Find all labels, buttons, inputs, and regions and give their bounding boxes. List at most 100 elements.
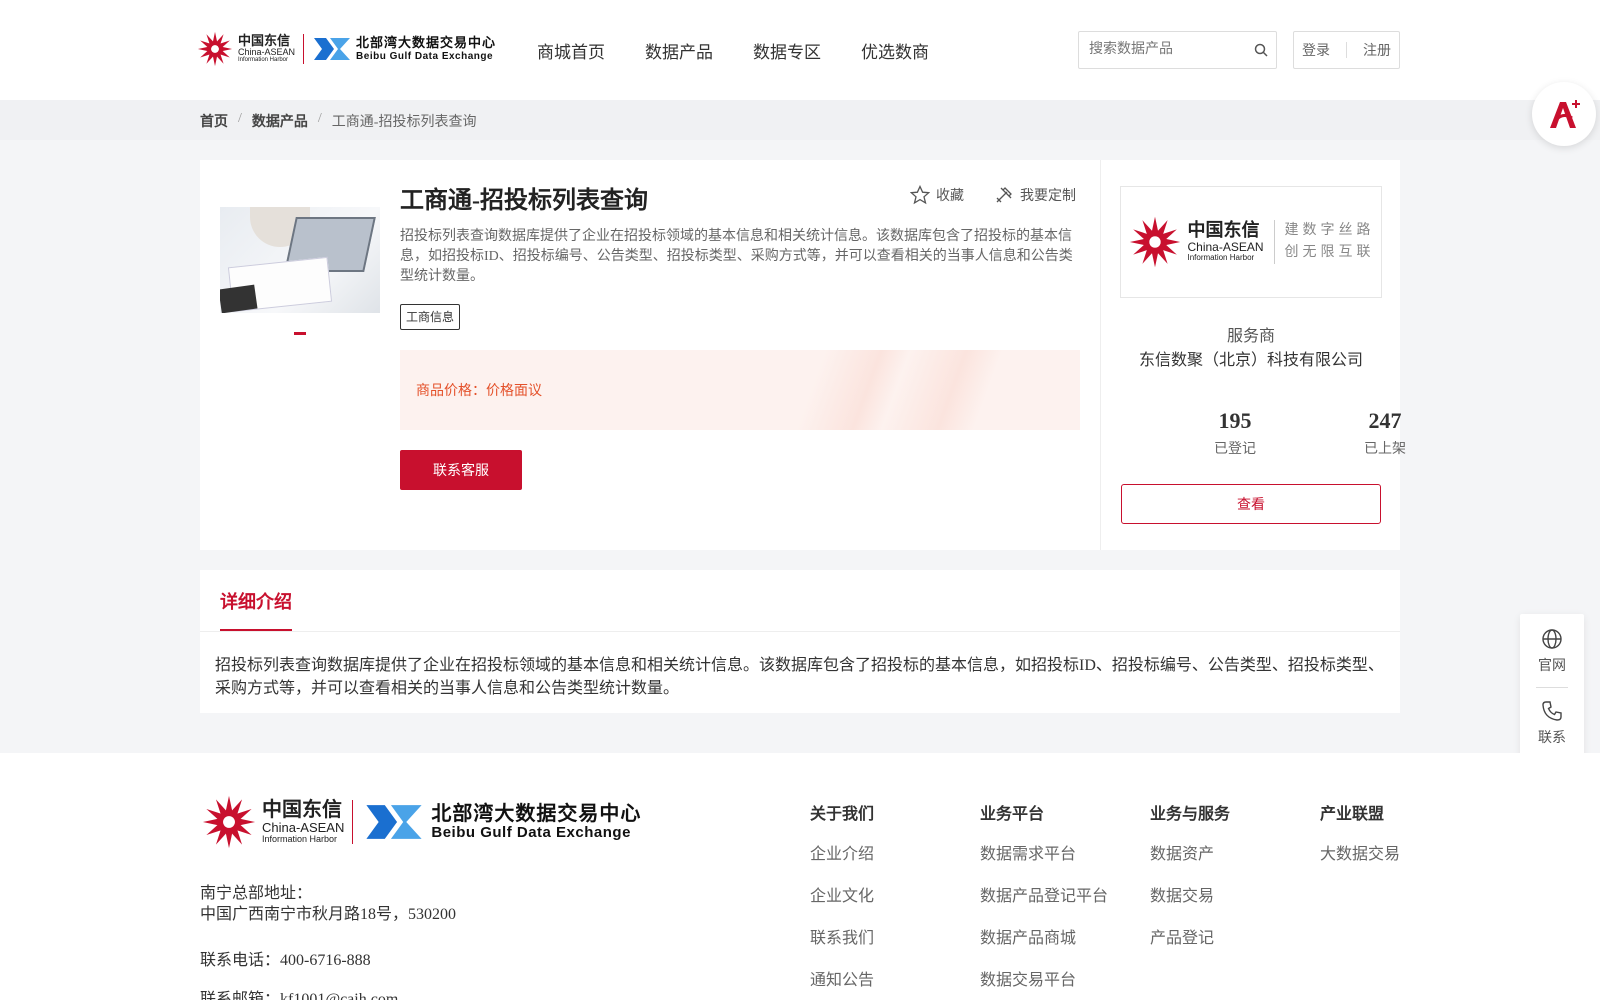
search-box [1078, 31, 1277, 69]
nav-preferred-vendors[interactable]: 优选数商 [861, 38, 929, 63]
footer-logo: 中国东信 China-ASEAN Information Harbor 北部湾大… [200, 793, 641, 851]
provider-logo-cn: 中国东信 [1187, 220, 1260, 241]
breadcrumb-home[interactable]: 首页 [200, 111, 228, 131]
footer-col-platform: 业务平台 数据需求平台 数据产品登记平台 数据产品商城 数据交易平台 [980, 800, 1108, 1000]
logo-cn-name: 中国东信 [238, 33, 291, 49]
beibu-gulf-logo: 北部湾大数据交易中心 Beibu Gulf Data Exchange [312, 34, 496, 64]
product-tag[interactable]: 工商信息 [400, 304, 461, 330]
beibu-gulf-emblem-icon [314, 38, 351, 60]
site-logo[interactable]: 中国东信 China-ASEAN Information Harbor 北部湾大… [196, 28, 496, 70]
tab-underline [200, 631, 1400, 632]
footer-logo-cn: 中国东信 [262, 798, 342, 821]
website-link[interactable]: 官网 [1520, 628, 1584, 675]
tab-detail-intro[interactable]: 详细介绍 [220, 570, 292, 631]
provider-logo[interactable]: 中国东信 China-ASEAN Information Harbor 建数字丝… [1120, 186, 1382, 298]
footer-link[interactable]: 数据交易平台 [980, 966, 1108, 990]
carousel-indicator[interactable] [294, 332, 306, 335]
listed-label: 已上架 [1364, 442, 1406, 457]
search-input[interactable] [1079, 32, 1246, 68]
footer-phone: 联系电话：400-6716-888 [200, 952, 371, 969]
site-footer: 中国东信 China-ASEAN Information Harbor 北部湾大… [0, 753, 1600, 1000]
logo-divider [303, 34, 305, 64]
footer-link[interactable]: 数据产品商城 [980, 924, 1108, 948]
listed-stat: 247 已上架 [1325, 408, 1445, 458]
footer-logo-divider [352, 800, 354, 844]
footer-col-services: 业务与服务 数据资产 数据交易 产品登记 [1150, 800, 1230, 966]
footer-link[interactable]: 大数据交易 [1320, 840, 1400, 864]
product-title: 工商通-招投标列表查询 [400, 188, 648, 214]
slogan-line-2: 创无限互联 [1284, 245, 1375, 260]
favorite-button[interactable]: 收藏 [910, 185, 964, 205]
footer-link[interactable]: 数据产品登记平台 [980, 882, 1108, 906]
footer-link[interactable]: 联系我们 [810, 924, 874, 948]
china-asean-logo: 中国东信 China-ASEAN Information Harbor [196, 30, 295, 68]
footer-col-about: 关于我们 企业介绍 企业文化 联系我们 通知公告 [810, 800, 874, 1000]
contact-label: 联系 [1538, 731, 1566, 746]
website-label: 官网 [1538, 659, 1566, 674]
footer-col-title: 业务与服务 [1150, 806, 1231, 823]
provider-slogan: 建数字丝路 创无限互联 [1285, 220, 1375, 264]
address-value: 中国广西南宁市秋月路18号，530200 [200, 906, 457, 923]
logo-exchange-cn: 北部湾大数据交易中心 [356, 35, 497, 51]
registered-stat: 195 已登记 [1175, 408, 1295, 458]
footer-logo-en: China-ASEAN [262, 819, 345, 835]
price-box: 商品价格：价格面议 [400, 350, 1080, 430]
breadcrumb-separator: / [317, 111, 322, 126]
card-divider [1100, 160, 1101, 550]
view-provider-button[interactable]: 查看 [1121, 484, 1381, 524]
auth-box: 登录 注册 [1293, 31, 1400, 69]
detail-text: 招投标列表查询数据库提供了企业在招投标领域的基本信息和相关统计信息。该数据库包含… [215, 657, 1384, 697]
footer-exchange-cn: 北部湾大数据交易中心 [431, 802, 642, 825]
register-button[interactable]: 注册 [1363, 40, 1391, 60]
address-label: 南宁总部地址： [200, 885, 313, 902]
logo-exchange-en: Beibu Gulf Data Exchange [356, 50, 494, 62]
logo-cn-sub: Information Harbor [238, 57, 289, 64]
footer-col-alliance: 产业联盟 大数据交易 [1320, 800, 1400, 882]
footer-link[interactable]: 企业文化 [810, 882, 874, 906]
nav-mall-home[interactable]: 商城首页 [537, 38, 605, 63]
footer-col-title: 业务平台 [980, 806, 1045, 823]
provider-label: 服务商 [1226, 328, 1275, 345]
globe-icon [1542, 629, 1562, 649]
footer-beibu-emblem-icon [366, 805, 422, 839]
product-actions: 收藏 我要定制 [910, 185, 1106, 205]
product-image[interactable] [220, 207, 380, 313]
provider-name[interactable]: 东信数聚（北京）科技有限公司 [1120, 346, 1382, 370]
breadcrumb-current: 工商通-招投标列表查询 [331, 115, 477, 130]
contact-service-button[interactable]: 联系客服 [400, 450, 522, 490]
nav-data-zone[interactable]: 数据专区 [753, 38, 821, 63]
footer-exchange-en: Beibu Gulf Data Exchange [431, 823, 631, 841]
footer-link[interactable]: 数据需求平台 [980, 840, 1108, 864]
search-icon[interactable] [1246, 43, 1276, 57]
footer-link[interactable]: 通知公告 [810, 966, 874, 990]
assistant-logo-icon [1550, 100, 1580, 128]
slogan-line-1: 建数字丝路 [1284, 223, 1375, 238]
login-button[interactable]: 登录 [1302, 40, 1330, 60]
breadcrumb-category[interactable]: 数据产品 [252, 111, 308, 131]
floating-assistant-button[interactable] [1532, 82, 1596, 146]
footer-link[interactable]: 数据资产 [1150, 840, 1230, 864]
favorite-label: 收藏 [936, 189, 964, 204]
site-header: 中国东信 China-ASEAN Information Harbor 北部湾大… [0, 0, 1600, 100]
footer-link[interactable]: 企业介绍 [810, 840, 874, 864]
side-float-panel: 官网 联系 [1520, 614, 1584, 760]
provider-logo-sub: Information Harbor [1187, 253, 1255, 263]
provider-logo-divider [1273, 220, 1275, 264]
logo-cn-en: China-ASEAN [238, 46, 296, 57]
registered-label: 已登记 [1214, 442, 1256, 457]
auth-divider [1346, 42, 1347, 58]
nav-data-products[interactable]: 数据产品 [645, 38, 713, 63]
footer-email[interactable]: 联系邮箱：kf1001@caih.com [200, 985, 398, 1000]
detail-section: 详细介绍 招投标列表查询数据库提供了企业在招投标领域的基本信息和相关统计信息。该… [200, 570, 1400, 713]
customize-button[interactable]: 我要定制 [994, 185, 1076, 205]
footer-link[interactable]: 数据交易 [1150, 882, 1230, 906]
customize-label: 我要定制 [1020, 189, 1076, 204]
footer-link[interactable]: 产品登记 [1150, 924, 1230, 948]
footer-beibu-logo: 北部湾大数据交易中心 Beibu Gulf Data Exchange [361, 799, 641, 845]
product-description: 招投标列表查询数据库提供了企业在招投标领域的基本信息和相关统计信息。该数据库包含… [400, 229, 1073, 284]
customize-tools-icon [996, 187, 1012, 203]
footer-col-title: 关于我们 [810, 806, 875, 823]
breadcrumb: 首页 / 数据产品 / 工商通-招投标列表查询 [0, 100, 1600, 140]
price-label: 商品价格： [416, 384, 486, 399]
contact-link[interactable]: 联系 [1520, 700, 1584, 747]
